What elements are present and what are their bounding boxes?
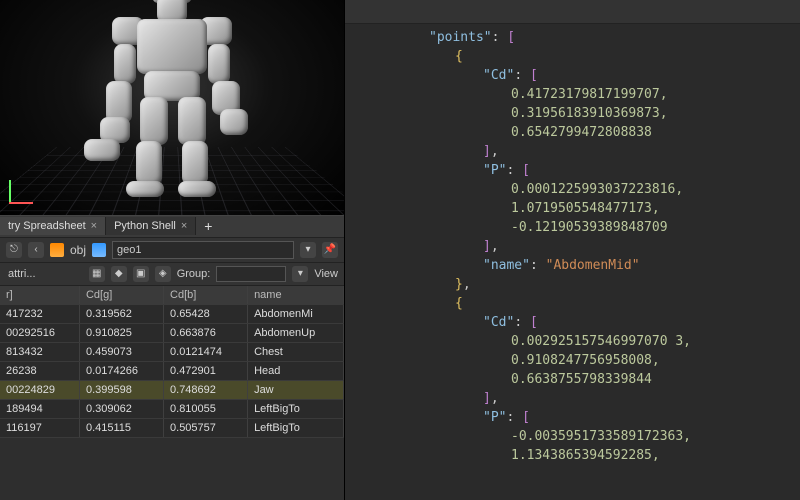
cell: 26238 [0,361,79,380]
vertex-icon[interactable]: ◆ [111,266,127,282]
cell: LeftBigTo [248,418,344,437]
panel-tabs: try Spreadsheet × Python Shell × + [0,216,344,238]
pin-icon[interactable]: ⎋ [6,242,22,258]
cell: 0.459073 [79,342,163,361]
cell: 00224829 [0,380,79,399]
cell: Chest [248,342,344,361]
col-name[interactable]: name [248,286,344,305]
obj-icon [50,243,64,257]
col-cdg[interactable]: Cd[g] [79,286,163,305]
cell: 189494 [0,399,79,418]
close-icon[interactable]: × [91,220,97,232]
cell: 0.663876 [164,323,248,342]
pin2-icon[interactable]: 📌 [322,242,338,258]
table-row[interactable]: 002248290.3995980.748692Jaw [0,380,344,399]
dropdown-icon[interactable]: ▾ [300,242,316,258]
cell: 116197 [0,418,79,437]
spreadsheet[interactable]: r] Cd[g] Cd[b] name 4172320.3195620.6542… [0,286,344,500]
node-path-bar: ⎋ ‹ obj ▾ 📌 [0,238,344,263]
cell: 0.319562 [79,304,163,323]
editor-breadcrumb [345,0,800,24]
table-row[interactable]: 4172320.3195620.65428AbdomenMi [0,304,344,323]
cell: 0.472901 [164,361,248,380]
code-editor[interactable]: "points": [ { "Cd": [ 0.4172317981719970… [345,24,800,500]
cell: 0.910825 [79,323,163,342]
cell: 0.0174266 [79,361,163,380]
tab-label: Python Shell [114,220,176,232]
geo-icon [92,243,106,257]
cell: AbdomenMi [248,304,344,323]
cell: LeftBigTo [248,399,344,418]
cell: 00292516 [0,323,79,342]
header-row: r] Cd[g] Cd[b] name [0,286,344,305]
path-input[interactable] [112,241,294,259]
points-icon[interactable]: ▦ [89,266,105,282]
col-cdb[interactable]: Cd[b] [164,286,248,305]
group-label: Group: [177,268,211,280]
tab-label: try Spreadsheet [8,220,86,232]
view-label[interactable]: View [314,268,338,280]
filter-bar: attri... ▦ ◆ ▣ ◈ Group: ▾ View [0,263,344,286]
attri-label[interactable]: attri... [6,268,38,280]
cell: 0.810055 [164,399,248,418]
cell: 0.748692 [164,380,248,399]
character-mesh [92,0,252,199]
cell: 0.0121474 [164,342,248,361]
cell: 0.415115 [79,418,163,437]
axis-gizmo [6,177,36,207]
chevron-left-icon[interactable]: ‹ [28,242,44,258]
cell: 0.505757 [164,418,248,437]
cell: AbdomenUp [248,323,344,342]
close-icon[interactable]: × [181,220,187,232]
path-obj[interactable]: obj [70,243,86,257]
table-row[interactable]: 1894940.3090620.810055LeftBigTo [0,399,344,418]
col-r[interactable]: r] [0,286,79,305]
table-row[interactable]: 1161970.4151150.505757LeftBigTo [0,418,344,437]
tab-python-shell[interactable]: Python Shell × [106,217,196,235]
cell: Head [248,361,344,380]
add-tab-button[interactable]: + [196,216,220,236]
cell: 0.65428 [164,304,248,323]
cell: 813432 [0,342,79,361]
cell: 0.309062 [79,399,163,418]
table-row[interactable]: 002925160.9108250.663876AbdomenUp [0,323,344,342]
filter-icon[interactable]: ▾ [292,266,308,282]
cell: 0.399598 [79,380,163,399]
table-row[interactable]: 262380.01742660.472901Head [0,361,344,380]
cell: 417232 [0,304,79,323]
group-input[interactable] [216,266,286,282]
viewport-3d[interactable] [0,0,344,216]
cell: Jaw [248,380,344,399]
detail-icon[interactable]: ◈ [155,266,171,282]
table-row[interactable]: 8134320.4590730.0121474Chest [0,342,344,361]
tab-spreadsheet[interactable]: try Spreadsheet × [0,217,106,235]
prim-icon[interactable]: ▣ [133,266,149,282]
